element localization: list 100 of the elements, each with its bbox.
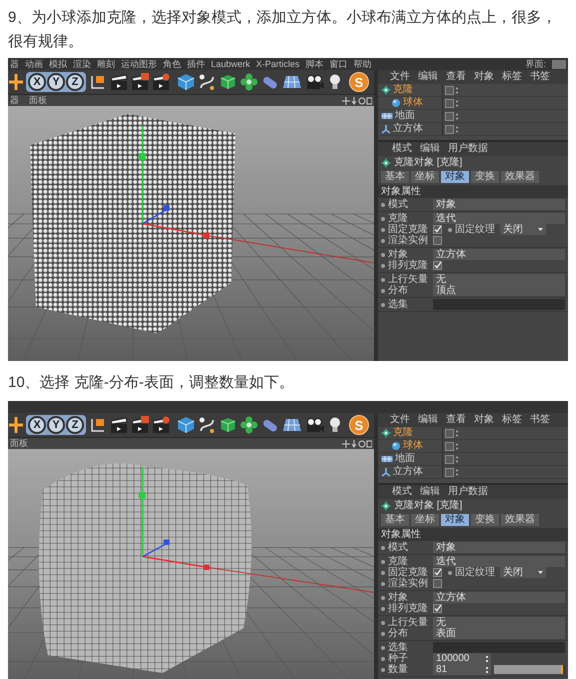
menu-item[interactable]: 脚本 [306,60,324,68]
clapperboard-icon[interactable] [131,416,149,434]
checkbox[interactable] [433,225,442,234]
number-field[interactable]: 81 [433,664,491,675]
camera-icon[interactable] [305,73,325,91]
menu-item[interactable]: 角色 [163,60,181,68]
flower-icon[interactable] [240,416,258,434]
axis-gizmo-drawing[interactable] [138,126,210,238]
menu-item[interactable]: 动画 [25,60,43,68]
view-navigation-icon[interactable] [342,96,372,104]
visibility-toggle-icon[interactable] [445,442,460,450]
tab[interactable]: 基本 [381,514,409,526]
cube-object-icon[interactable] [219,416,237,434]
dropdown-field[interactable]: 顶点 [433,285,565,296]
menu-item[interactable]: 模式 [392,487,412,497]
checkbox[interactable] [433,261,442,270]
object-name[interactable]: 地面 [395,111,415,121]
tab[interactable]: 对象 [441,170,469,182]
object-name[interactable]: 球体 [403,441,423,451]
light-bulb-icon[interactable] [328,73,342,91]
coordinate-system-icon[interactable] [89,416,107,434]
visibility-toggle-icon[interactable] [445,86,460,94]
axis-button[interactable]: Z [66,73,84,91]
menu-item[interactable]: 运动图形 [121,60,157,68]
cube-icon[interactable] [177,73,195,91]
menu-item[interactable]: 面板 [29,96,47,105]
menu-item[interactable]: 面板 [10,439,28,448]
object-name[interactable]: 球体 [403,98,423,108]
grid-plane-icon[interactable] [282,73,302,91]
menu-item[interactable]: 器 [10,96,19,105]
coordinate-system-icon[interactable] [89,73,107,91]
menu-item[interactable]: 编辑 [418,415,438,425]
tab[interactable]: 效果器 [501,514,539,526]
checkbox[interactable] [433,579,442,588]
tab[interactable]: 坐标 [411,170,439,182]
dropdown-field[interactable]: 对象 [433,542,565,553]
menu-item[interactable]: 标签 [502,72,522,82]
dropdown-field[interactable]: 无 [433,617,565,628]
visibility-toggle-icon[interactable] [445,98,460,108]
object-name[interactable]: 地面 [395,454,415,464]
menu-item[interactable]: 书签 [530,415,550,425]
object-name[interactable]: 立方体 [393,124,423,134]
layout-dropdown[interactable] [552,60,566,68]
dropdown-field[interactable]: 无 [433,274,565,285]
object-name[interactable]: 克隆 [393,85,413,95]
axis-button[interactable]: Y [47,73,65,91]
cube-icon[interactable] [177,416,195,434]
menu-item[interactable]: 编辑 [420,144,440,154]
tab[interactable]: 基本 [381,170,409,182]
cube-object-icon[interactable] [219,73,237,91]
dropdown-field[interactable]: 立方体 [433,249,565,260]
menu-item[interactable]: 文件 [390,72,410,82]
visibility-toggle-icon[interactable] [445,468,460,476]
menu-item[interactable]: 模拟 [49,60,67,68]
axis-button[interactable]: X [28,416,46,434]
menu-item[interactable]: 用户数据 [448,487,488,497]
menu-item[interactable]: 渲染 [73,60,91,68]
tab[interactable]: 变换 [471,514,499,526]
checkbox[interactable] [433,604,442,613]
visibility-toggle-icon[interactable] [445,454,460,464]
menu-item[interactable]: 帮助 [354,60,372,68]
dropdown-field[interactable]: 关闭 [500,567,546,578]
menu-item[interactable]: X-Particles [256,60,300,68]
menu-item[interactable]: 书签 [530,72,550,82]
dropdown-field[interactable]: 立方体 [433,592,565,603]
clapperboard-icon[interactable] [152,416,170,434]
dropdown-field[interactable]: 对象 [433,199,565,210]
object-name[interactable]: 克隆 [393,428,413,438]
pen-curve-icon[interactable] [198,416,216,434]
menu-item[interactable]: 查看 [446,72,466,82]
menu-item[interactable]: 对象 [474,72,494,82]
menu-item[interactable]: 文件 [390,415,410,425]
menu-item[interactable]: 标签 [502,415,522,425]
axis-button[interactable]: X [28,73,46,91]
dropdown-field[interactable]: 表面 [433,628,565,639]
grid-plane-icon[interactable] [282,416,302,434]
axis-button[interactable]: Z [66,416,84,434]
pen-curve-icon[interactable] [198,73,216,91]
camera-icon[interactable] [305,416,325,434]
dropdown-field[interactable]: 关闭 [500,224,546,235]
dropdown-field[interactable]: 迭代 [433,213,565,224]
input-field[interactable] [433,642,565,653]
clapperboard-icon[interactable] [131,73,149,91]
number-field[interactable]: 100000 [433,653,491,664]
menu-item[interactable]: 雕刻 [97,60,115,68]
tab[interactable]: 对象 [441,514,469,526]
menu-item[interactable]: 用户数据 [448,144,488,154]
menu-item[interactable]: 窗口 [330,60,348,68]
visibility-toggle-icon[interactable] [445,428,460,438]
dropdown-field[interactable]: 迭代 [433,556,565,567]
checkbox[interactable] [433,236,442,245]
menu-item[interactable]: 编辑 [420,487,440,497]
visibility-toggle-icon[interactable] [445,112,460,120]
move-icon[interactable] [9,416,23,434]
menu-item[interactable]: 编辑 [418,72,438,82]
visibility-toggle-icon[interactable] [445,124,460,134]
clapperboard-icon[interactable] [152,73,170,91]
tab[interactable]: 坐标 [411,514,439,526]
menu-item[interactable]: 插件 [187,60,205,68]
clapperboard-icon[interactable] [110,416,128,434]
